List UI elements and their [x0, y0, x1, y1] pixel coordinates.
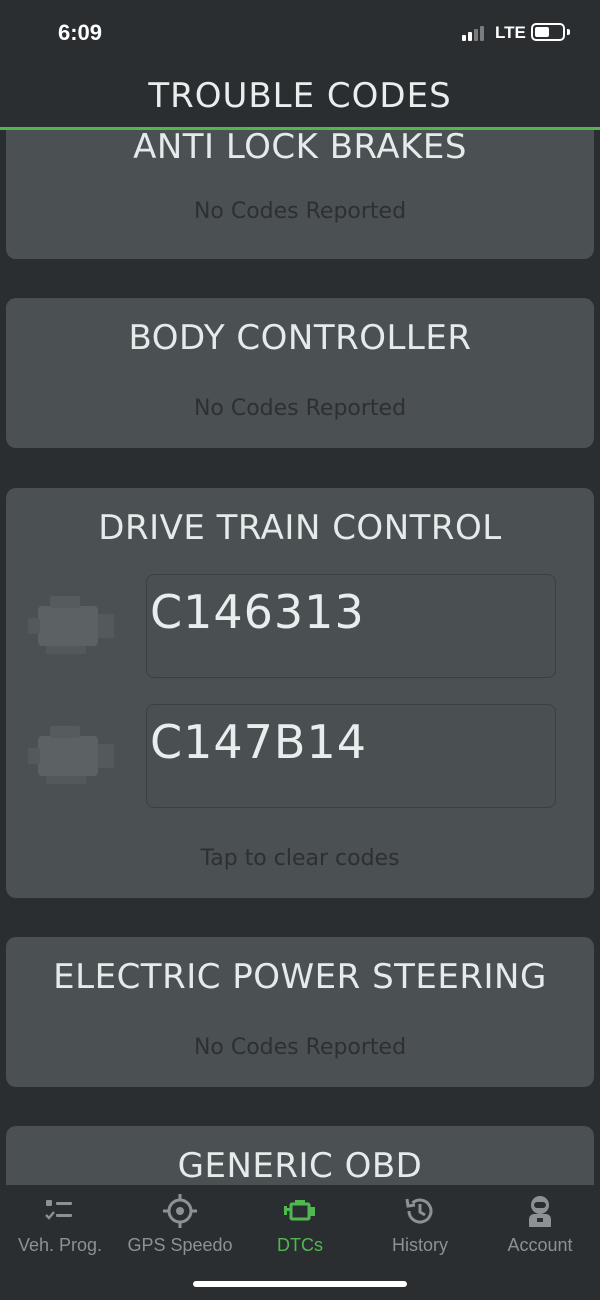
section-body-controller: BODY CONTROLLER No Codes Reported: [6, 298, 594, 448]
tab-label: Account: [507, 1235, 573, 1255]
section-note: No Codes Reported: [193, 199, 407, 224]
battery-tip: [567, 29, 570, 35]
tab-gps-speedo[interactable]: GPS Speedo: [120, 1185, 240, 1265]
section-generic-obd: GENERIC OBD: [6, 1126, 594, 1185]
tab-label: Veh. Prog.: [17, 1235, 103, 1255]
engine-part-icon: [28, 726, 114, 784]
tab-label: DTCs: [277, 1235, 323, 1255]
home-indicator[interactable]: [193, 1281, 407, 1287]
trouble-codes-list[interactable]: ANTI LOCK BRAKES No Codes Reported BODY …: [0, 130, 600, 1185]
section-anti-lock-brakes: ANTI LOCK BRAKES No Codes Reported: [6, 130, 594, 259]
section-note: No Codes Reported: [193, 396, 407, 421]
page-title: TROUBLE CODES: [148, 76, 452, 116]
history-icon: [405, 1198, 433, 1224]
tab-account[interactable]: Account: [480, 1185, 600, 1265]
header-divider: [0, 127, 600, 130]
section-title: DRIVE TRAIN CONTROL: [98, 508, 502, 548]
clear-codes-link[interactable]: Tap to clear codes: [6, 846, 594, 871]
section-note: No Codes Reported: [193, 1035, 407, 1060]
tab-label: GPS Speedo: [127, 1235, 233, 1255]
tab-label: History: [391, 1235, 448, 1255]
section-title: ANTI LOCK BRAKES: [133, 130, 467, 167]
target-icon: [163, 1194, 197, 1228]
dtc-row[interactable]: C146313: [6, 574, 594, 678]
dtc-code: C147B14: [150, 715, 368, 769]
dtc-code: C146313: [150, 585, 365, 639]
status-time: 6:09: [58, 20, 103, 45]
page-header: TROUBLE CODES: [0, 62, 600, 130]
section-title: ELECTRIC POWER STEERING: [53, 957, 547, 997]
dtc-row[interactable]: C147B14: [6, 704, 594, 808]
status-bar: 6:09 LTE: [0, 0, 600, 62]
battery-icon: [531, 23, 565, 41]
section-title: BODY CONTROLLER: [128, 318, 472, 358]
tab-vehicle-programming[interactable]: Veh. Prog.: [0, 1185, 120, 1265]
signal-icon: [462, 25, 490, 41]
astronaut-icon: [529, 1196, 551, 1227]
engine-part-icon: [28, 596, 114, 654]
dtc-code-box: C147B14: [146, 704, 556, 808]
tab-dtcs[interactable]: DTCs: [240, 1185, 360, 1265]
tab-history[interactable]: History: [360, 1185, 480, 1265]
section-drive-train-control: DRIVE TRAIN CONTROL C146313 C147B14 Tap …: [6, 488, 594, 898]
engine-icon: [284, 1200, 315, 1221]
dtc-code-box: C146313: [146, 574, 556, 678]
network-label: LTE: [495, 23, 526, 42]
section-electric-power-steering: ELECTRIC POWER STEERING No Codes Reporte…: [6, 937, 594, 1087]
section-title: GENERIC OBD: [177, 1146, 423, 1185]
checklist-icon: [45, 1200, 72, 1220]
screen: 6:09 LTE TROUBLE CODES ANTI LOCK BRAKES …: [0, 0, 600, 1300]
